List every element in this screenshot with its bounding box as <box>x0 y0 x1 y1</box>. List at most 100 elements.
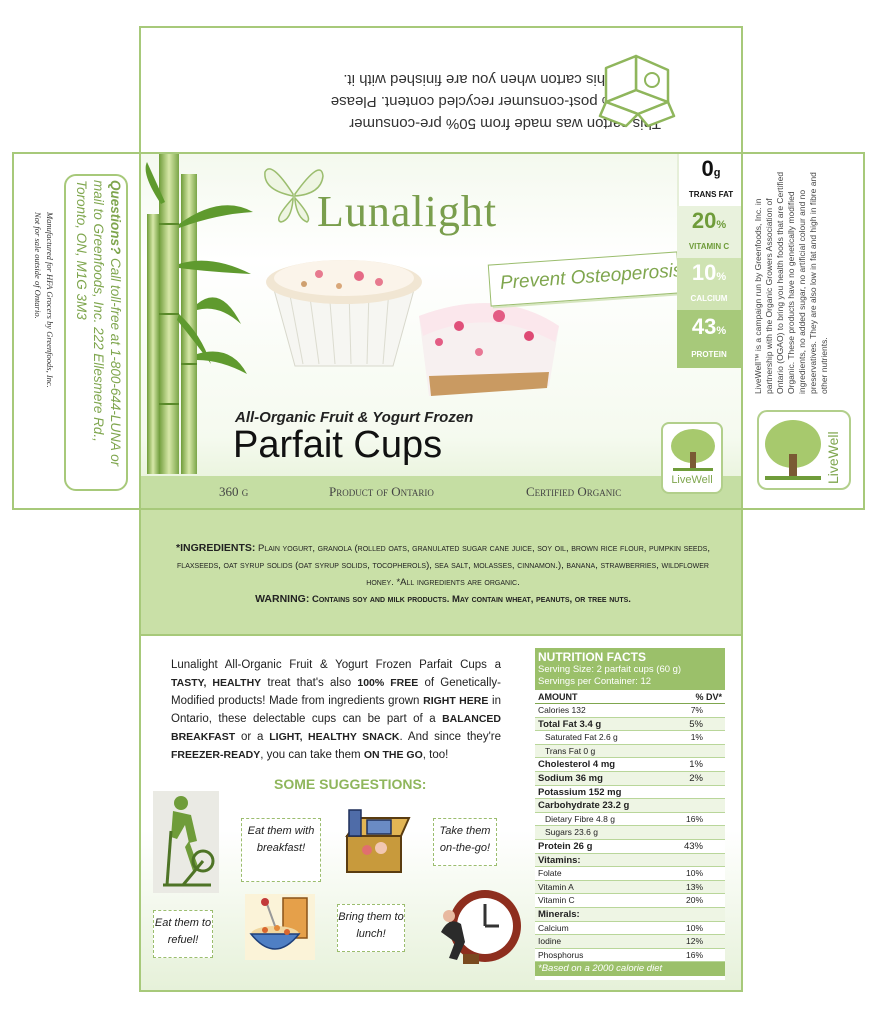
butterfly-icon <box>264 168 324 223</box>
description-highlight: LIGHT, HEALTHY SNACK <box>269 731 400 743</box>
description-highlight: 100% FREE <box>357 677 419 689</box>
livewell-label: LiveWell <box>825 431 841 484</box>
badge-label: TRANS FAT <box>688 190 734 199</box>
badge-label: CALCIUM <box>690 294 728 303</box>
ingredients-list: Plain yogurt, granola (rolled oats, gran… <box>177 543 710 588</box>
badge-value: 0 <box>701 156 714 181</box>
livewell-logo: LiveWell <box>661 422 723 494</box>
description-highlight: ON THE GO <box>363 749 423 761</box>
suggestion-refuel: Eat them to refuel! <box>153 910 213 958</box>
manufacturer-info: Manufactured for HFA Grocers by Greenfoo… <box>32 212 56 492</box>
nutrition-row: Trans Fat 0 g <box>535 744 725 759</box>
badge-unit: g <box>713 167 721 179</box>
suggestion-on-the-go: Take them on-the-go! <box>433 818 497 866</box>
nutrition-row: Calcium 10% <box>535 921 725 936</box>
description-text: or a <box>235 731 270 743</box>
badge-label: PROTEIN <box>691 350 727 359</box>
nutrition-row: Potassium 152 mg <box>535 785 725 800</box>
ingredients-panel: *INGREDIENTS: Plain yogurt, granola (rol… <box>139 508 743 636</box>
warning-text: Contains soy and milk products. May cont… <box>311 594 631 605</box>
serving-size: Serving Size: 2 parfait cups (60 g) <box>538 664 682 675</box>
nutrition-row: Carbohydrate 23.2 g <box>535 799 725 813</box>
nutrition-title: NUTRITION FACTS <box>538 650 646 664</box>
product-title: Parfait Cups <box>233 424 443 466</box>
sale-restriction-line: Not for sale outside of Ontario. <box>33 212 43 319</box>
cereal-bowl-icon <box>245 894 315 960</box>
nutrient-name: Cholesterol 4 mg <box>538 759 616 771</box>
badge-trans-fat: 0g TRANS FAT <box>677 154 741 206</box>
nutrient-dv: 16% <box>685 949 703 960</box>
recycle-line: and 40% post-consumer recycled content. … <box>330 93 661 110</box>
description-highlight: TASTY, HEALTHY <box>171 677 262 689</box>
nutrition-row: Protein 26 g 43% <box>535 839 725 854</box>
livewell-label: LiveWell <box>671 474 713 486</box>
nutrition-row: Sodium 36 mg 2% <box>535 771 725 786</box>
suggestions-title: SOME SUGGESTIONS: <box>274 776 427 792</box>
certified-organic: Certified Organic <box>526 484 622 499</box>
nutrition-row: Iodine 12% <box>535 935 725 949</box>
nutrient-name: Potassium 152 mg <box>538 786 622 798</box>
exercise-bike-icon <box>153 791 219 893</box>
ingredients-label: *INGREDIENTS: <box>176 542 256 554</box>
amount-header: AMOUNT <box>538 692 578 702</box>
nutrition-row: Vitamin C 20% <box>535 894 725 908</box>
recycle-line: This carton was made from 50% pre-consum… <box>349 115 661 132</box>
nutrition-row: Sugars 23.6 g <box>535 826 725 840</box>
nutrition-rows: Calories 132 7% Total Fat 3.4 g 5% Saturated… <box>535 704 725 963</box>
nutrient-name: Folate <box>538 868 562 879</box>
recycle-box-icon <box>598 54 676 128</box>
description-text: , you can take them <box>260 749 364 761</box>
questions-text-block: Questions? Call toll-free at 1-800-644-L… <box>73 180 124 485</box>
nutrition-row: Cholesterol 4 mg 1% <box>535 758 725 772</box>
nutrient-name: Total Fat 3.4 g <box>538 718 602 730</box>
badge-unit: % <box>716 271 727 283</box>
nutrient-name: Calcium <box>538 922 569 933</box>
product-origin: Product of Ontario <box>329 484 434 499</box>
nutrient-dv: 1% <box>690 732 703 743</box>
tree-icon <box>765 420 821 480</box>
nutrient-name: Sodium 36 mg <box>538 772 603 784</box>
description-text: Lunalight All-Organic Fruit & Yogurt Fro… <box>171 659 501 671</box>
net-weight: 360 g <box>219 484 249 499</box>
nutrition-facts: NUTRITION FACTS Serving Size: 2 parfait … <box>535 648 725 980</box>
top-flap: This carton was made from 50% pre-consum… <box>139 26 743 154</box>
nutrient-name: Vitamin A <box>538 881 574 892</box>
nutrition-row: Vitamins: <box>535 853 725 868</box>
questions-box: Questions? Call toll-free at 1-800-644-L… <box>64 174 128 491</box>
nutrient-name: Sugars 23.6 g <box>545 827 598 838</box>
manufacturer-line: Manufactured for HFA Grocers by Greenfoo… <box>45 212 55 388</box>
nutrient-dv: 2% <box>689 772 703 784</box>
badge-unit: % <box>716 219 727 231</box>
running-clock-icon <box>441 890 521 964</box>
right-side-panel: LiveWell™ is a campaign run by Greenfood… <box>741 152 865 510</box>
ingredients-text-block: *INGREDIENTS: Plain yogurt, granola (rol… <box>169 540 717 608</box>
nutrition-column-header: AMOUNT % DV* <box>535 690 725 704</box>
badge-vitamin-c: 20% VITAMIN C <box>677 206 741 258</box>
suggestion-breakfast: Eat them with breakfast! <box>241 818 321 882</box>
livewell-logo-large: LiveWell <box>757 410 851 490</box>
nutrient-dv: 43% <box>683 840 703 852</box>
nutrient-name: Phosphorus <box>538 949 584 960</box>
badge-unit: % <box>716 325 727 337</box>
badge-value: 43 <box>691 314 717 339</box>
nutrient-badges: 0g TRANS FAT 20% VITAMIN C 10% CALCIUM 4… <box>677 154 741 368</box>
nutrition-row: Total Fat 3.4 g 5% <box>535 717 725 732</box>
recycle-text: This carton was made from 50% pre-consum… <box>211 68 661 134</box>
nutrient-dv: 5% <box>689 718 703 730</box>
badge-value: 10 <box>691 260 717 285</box>
description-text: , too! <box>422 749 449 761</box>
nutrient-name: Saturated Fat 2.6 g <box>545 732 618 743</box>
left-side-panel: Questions? Call toll-free at 1-800-644-L… <box>12 152 141 510</box>
brand-name: Lunalight <box>317 187 498 236</box>
front-info-strip: 360 g Product of Ontario Certified Organ… <box>141 476 741 510</box>
badge-value: 20 <box>691 208 717 233</box>
nutrient-name: Protein 26 g <box>538 840 593 852</box>
questions-label: Questions? <box>108 180 123 255</box>
nutrition-row: Phosphorus 16% <box>535 948 725 963</box>
nutrient-dv: 7% <box>690 705 703 715</box>
description-highlight: RIGHT HERE <box>423 695 489 707</box>
servings-per-container: Servings per Container: 12 <box>538 676 652 687</box>
nutrition-row: Folate 10% <box>535 867 725 881</box>
nutrient-dv: 1% <box>689 759 703 771</box>
nutrient-dv: 16% <box>685 813 703 824</box>
